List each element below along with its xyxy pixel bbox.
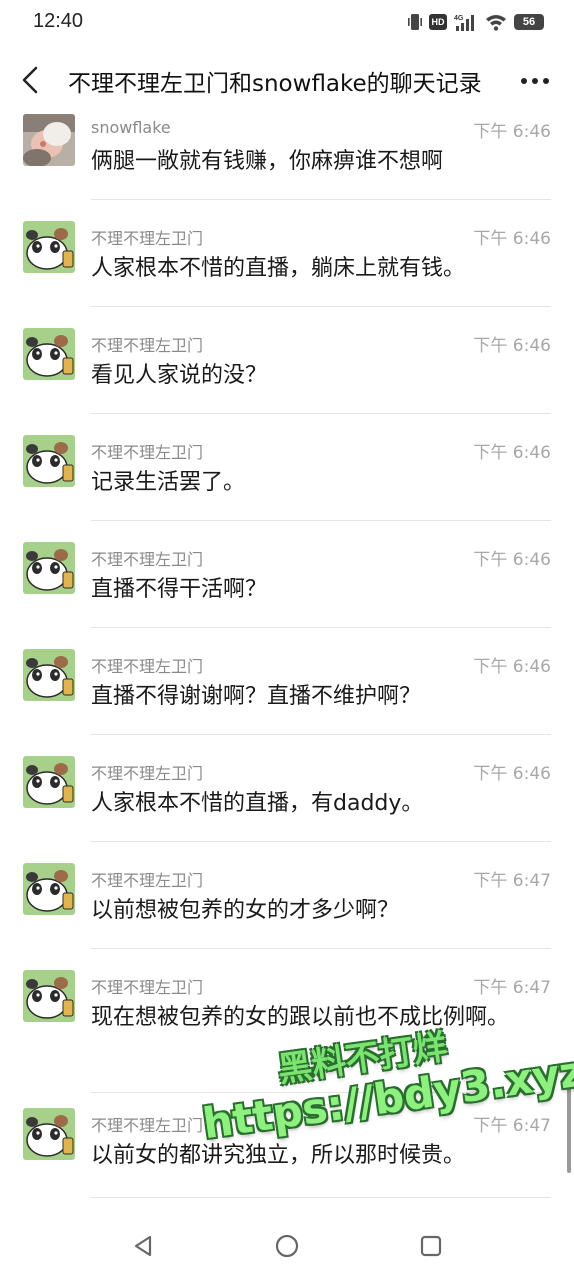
message-text: 现在想被包养的女的跟以前也不成比例啊。: [91, 1005, 510, 1030]
vibrate-icon: [408, 14, 422, 30]
cartoon-avatar[interactable]: [23, 542, 75, 594]
sender-name: 不理不理左卫门: [91, 871, 204, 890]
message-time: 下午 6:46: [473, 336, 551, 356]
message-time: 下午 6:46: [473, 443, 551, 463]
sender-name: 不理不理左卫门: [91, 1116, 204, 1135]
message-text: 看见人家说的没？: [91, 363, 268, 388]
system-nav-bar: [0, 1205, 574, 1280]
battery-icon: 56: [514, 14, 544, 30]
message-text: 记录生活罢了。: [91, 470, 246, 495]
message-text: 以前女的都讲究独立，所以那时候贵。: [91, 1143, 466, 1168]
divider: [91, 1092, 551, 1093]
more-horizontal-icon[interactable]: [518, 66, 552, 96]
photo-avatar[interactable]: [23, 114, 75, 166]
triangle-back-icon[interactable]: [130, 1233, 156, 1259]
square-recents-icon[interactable]: [418, 1233, 444, 1259]
divider: [91, 306, 551, 307]
divider: [91, 734, 551, 735]
chat-header: 不理不理左卫门和snowflake的聊天记录: [0, 52, 574, 110]
sender-name: 不理不理左卫门: [91, 978, 204, 997]
wifi-icon: [486, 15, 506, 31]
message-time: 下午 6:47: [473, 978, 551, 998]
message-text: 人家根本不惜的直播，躺床上就有钱。: [91, 256, 466, 281]
message-text: 直播不得谢谢啊？直播不维护啊？: [91, 684, 422, 709]
divider: [91, 520, 551, 521]
sender-name: 不理不理左卫门: [91, 336, 204, 355]
divider: [91, 948, 551, 949]
cartoon-avatar[interactable]: [23, 1108, 75, 1160]
status-bar: 12:40 HD 4G 56: [0, 0, 574, 44]
cartoon-avatar[interactable]: [23, 435, 75, 487]
message-text: 人家根本不惜的直播，有daddy。: [91, 791, 424, 816]
cartoon-avatar[interactable]: [23, 970, 75, 1022]
network-type-label: 4G: [454, 15, 464, 22]
cellular-signal-icon: 4G: [454, 15, 474, 31]
status-icons: HD 4G 56: [408, 12, 544, 32]
message-text: 直播不得干活啊？: [91, 577, 268, 602]
message-text: 以前想被包养的女的才多少啊？: [91, 898, 400, 923]
cartoon-avatar[interactable]: [23, 328, 75, 380]
divider: [91, 199, 551, 200]
status-time: 12:40: [33, 10, 84, 32]
message-time: 下午 6:47: [473, 1116, 551, 1136]
divider: [91, 841, 551, 842]
message-time: 下午 6:46: [473, 122, 551, 142]
sender-name: 不理不理左卫门: [91, 657, 204, 676]
message-list[interactable]: snowflake 下午 6:46 俩腿一敞就有钱赚，你麻痹谁不想啊 不理不理左…: [0, 110, 574, 1205]
sender-name: 不理不理左卫门: [91, 229, 204, 248]
sender-name: 不理不理左卫门: [91, 443, 204, 462]
sender-name: 不理不理左卫门: [91, 550, 204, 569]
scrollbar[interactable]: [567, 1063, 571, 1173]
circle-home-icon[interactable]: [274, 1233, 300, 1259]
divider: [91, 1197, 551, 1198]
message-time: 下午 6:46: [473, 550, 551, 570]
cartoon-avatar[interactable]: [23, 221, 75, 273]
hd-icon: HD: [429, 14, 447, 30]
message-text: 俩腿一敞就有钱赚，你麻痹谁不想啊: [91, 149, 444, 174]
page-title: 不理不理左卫门和snowflake的聊天记录: [68, 71, 482, 97]
cartoon-avatar[interactable]: [23, 649, 75, 701]
sender-name: 不理不理左卫门: [91, 764, 204, 783]
cartoon-avatar[interactable]: [23, 863, 75, 915]
chevron-left-icon[interactable]: [14, 62, 46, 98]
message-time: 下午 6:46: [473, 657, 551, 677]
message-time: 下午 6:46: [473, 764, 551, 784]
divider: [91, 413, 551, 414]
divider: [91, 627, 551, 628]
cartoon-avatar[interactable]: [23, 756, 75, 808]
message-time: 下午 6:47: [473, 871, 551, 891]
sender-name: snowflake: [91, 118, 171, 137]
message-time: 下午 6:46: [473, 229, 551, 249]
